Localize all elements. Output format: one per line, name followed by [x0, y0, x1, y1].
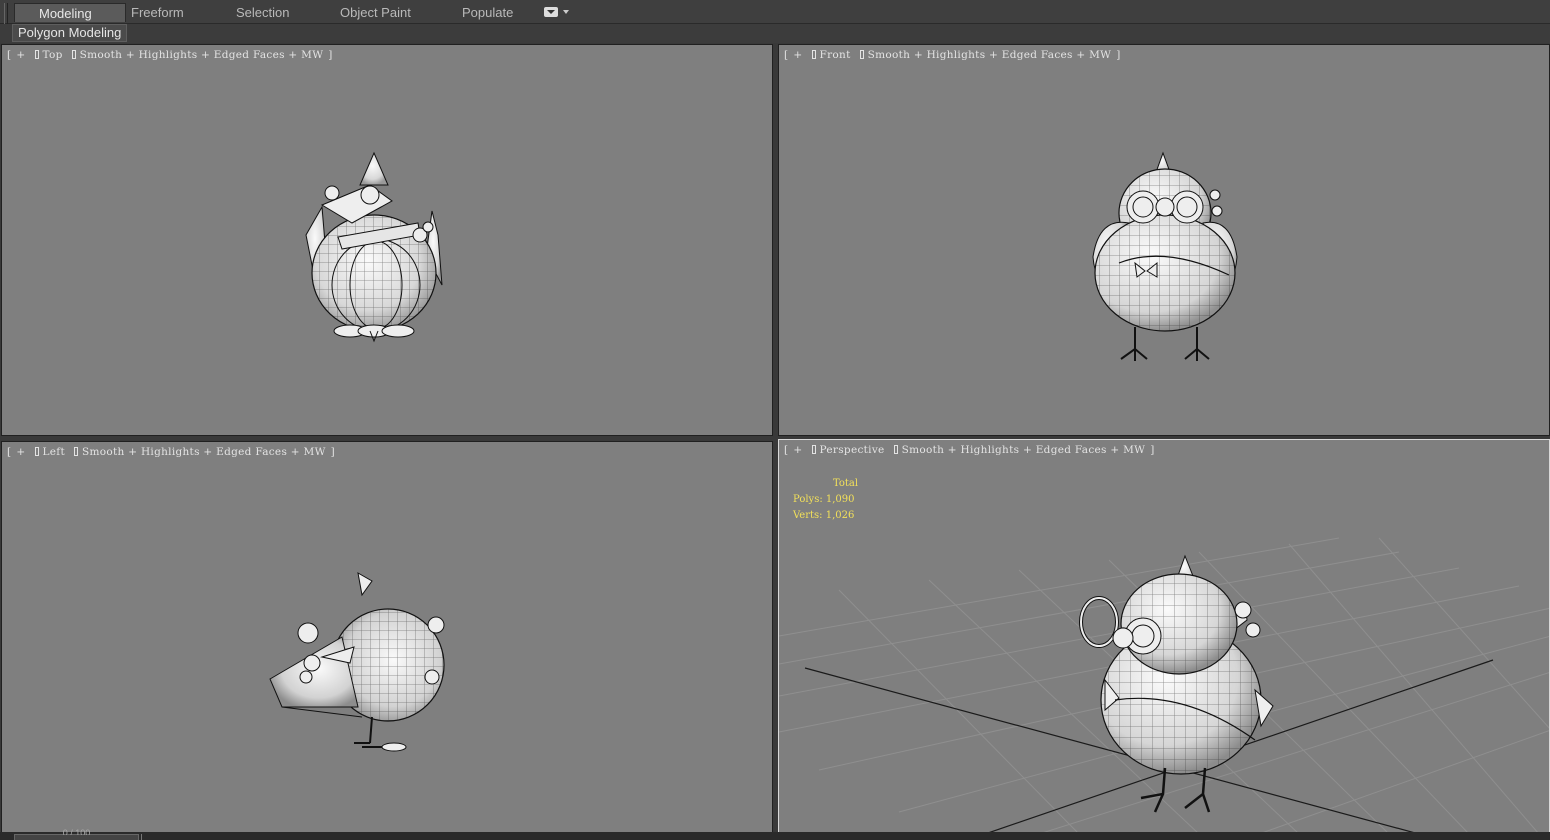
- status-bar: [0, 832, 1550, 840]
- separator-icon: [34, 447, 39, 456]
- viewport-view-name[interactable]: Front: [820, 49, 851, 61]
- panel-polygon-modeling[interactable]: Polygon Modeling: [12, 24, 128, 42]
- viewport-top[interactable]: [+ Top Smooth + Highlights + Edged Faces +…: [1, 44, 773, 436]
- viewport-shading-mode[interactable]: Smooth + Highlights + Edged Faces + MW: [868, 49, 1112, 61]
- bird-model-front-view[interactable]: [1079, 145, 1259, 365]
- ribbon-options-dropdown-icon[interactable]: [544, 7, 570, 19]
- viewport-menu-plus[interactable]: +: [793, 49, 802, 61]
- separator-icon: [34, 50, 39, 59]
- viewport-menu-plus[interactable]: +: [16, 49, 25, 61]
- viewport-shading-mode[interactable]: Smooth + Highlights + Edged Faces + MW: [80, 49, 324, 61]
- viewport-perspective[interactable]: [+ Perspective Smooth + Highlights + Edged…: [778, 439, 1550, 833]
- separator-icon: [859, 50, 864, 59]
- time-slider-frame: 0 / 100: [62, 828, 91, 835]
- ribbon-tab-bar: Modeling Freeform Selection Object Paint…: [0, 0, 1550, 39]
- tab-modeling[interactable]: Modeling: [14, 3, 126, 22]
- separator-icon: [71, 50, 76, 59]
- viewport-label[interactable]: [+ Front Smooth + Highlights + Edged Faces…: [784, 49, 1126, 61]
- viewport-view-name[interactable]: Left: [43, 446, 66, 458]
- tab-freeform[interactable]: Freeform: [131, 3, 184, 22]
- viewport-left[interactable]: [+ Left Smooth + Highlights + Edged Faces …: [1, 441, 773, 833]
- separator-icon: [74, 447, 79, 456]
- bird-model-left-view[interactable]: [262, 567, 462, 767]
- viewport-label[interactable]: [+ Top Smooth + Highlights + Edged Faces +…: [7, 49, 338, 61]
- next-frame-button[interactable]: [141, 834, 155, 840]
- tab-object-paint[interactable]: Object Paint: [340, 3, 411, 22]
- bird-model-perspective-view[interactable]: [1075, 550, 1285, 820]
- bird-model-top-view[interactable]: [292, 145, 462, 345]
- ribbon-panel: Polygon Modeling: [0, 24, 1550, 42]
- viewport-view-name[interactable]: Top: [43, 49, 63, 61]
- tab-populate[interactable]: Populate: [462, 3, 513, 22]
- viewport-menu-plus[interactable]: +: [16, 446, 25, 458]
- viewport-layout: [+ Top Smooth + Highlights + Edged Faces +…: [0, 43, 1550, 835]
- separator-icon: [811, 50, 816, 59]
- tab-selection[interactable]: Selection: [236, 3, 289, 22]
- viewport-front[interactable]: [+ Front Smooth + Highlights + Edged Faces…: [778, 44, 1550, 436]
- viewport-shading-mode[interactable]: Smooth + Highlights + Edged Faces + MW: [82, 446, 326, 458]
- viewport-label[interactable]: [+ Left Smooth + Highlights + Edged Faces …: [7, 446, 340, 458]
- time-slider[interactable]: 0 / 100: [14, 828, 139, 840]
